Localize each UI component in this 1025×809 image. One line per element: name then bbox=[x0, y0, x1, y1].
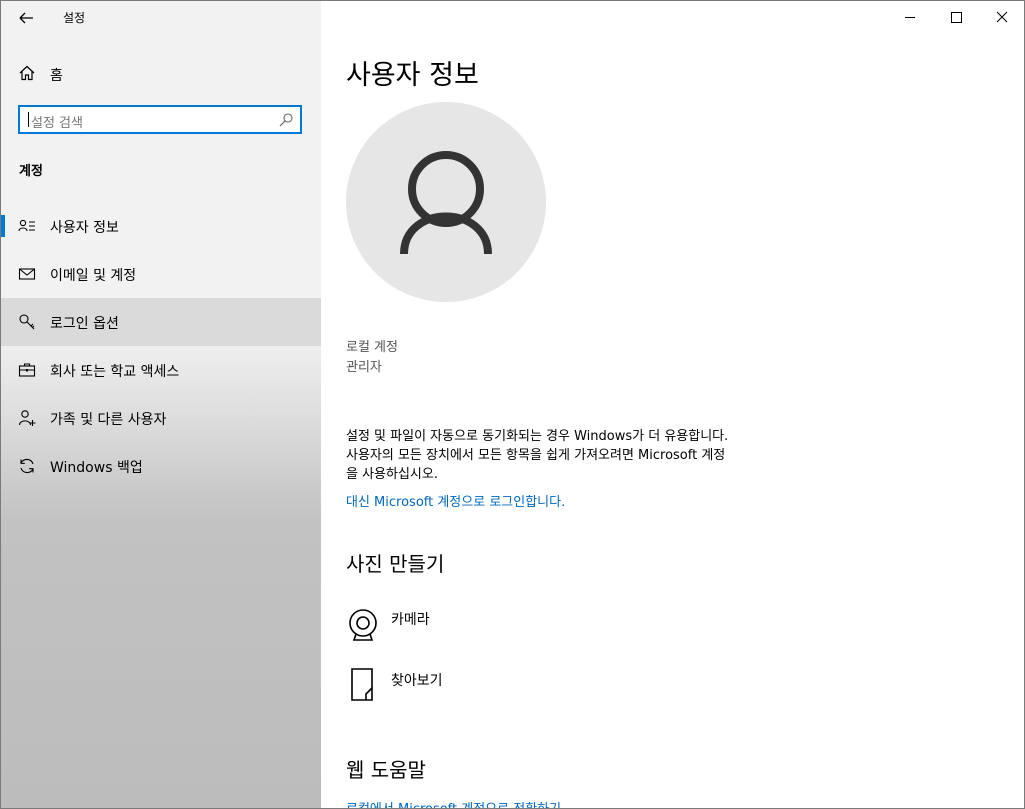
app-title: 설정 bbox=[63, 11, 86, 25]
photo-heading: 사진 만들기 bbox=[346, 552, 445, 576]
sidebar-item-label: 로그인 옵션 bbox=[50, 316, 119, 332]
sidebar-item-label: 이메일 및 계정 bbox=[50, 268, 137, 284]
search-icon[interactable] bbox=[278, 112, 294, 128]
key-icon bbox=[18, 313, 36, 331]
user-silhouette-icon bbox=[400, 151, 492, 255]
camera-label: 카메라 bbox=[391, 612, 430, 628]
home-label: 홈 bbox=[50, 68, 63, 84]
camera-icon bbox=[346, 605, 380, 641]
browse-file-icon bbox=[346, 666, 380, 702]
main-content: 사용자 정보 로컬 계정 관리자 설정 및 파일이 자동으로 동기화되는 경우 … bbox=[321, 1, 1024, 808]
sidebar-item-work-school[interactable]: 회사 또는 학교 액세스 bbox=[1, 346, 321, 394]
avatar bbox=[346, 102, 546, 302]
description-line: 을 사용하십시오. bbox=[346, 467, 438, 482]
help-link[interactable]: 로컬에서 Microsoft 계정으로 전환하기 bbox=[346, 798, 561, 808]
maximize-button[interactable] bbox=[933, 1, 979, 33]
page-title: 사용자 정보 bbox=[346, 60, 479, 91]
back-arrow-icon[interactable] bbox=[15, 7, 37, 29]
search-input[interactable]: 설정 검색 bbox=[18, 105, 302, 134]
sidebar-item-label: 사용자 정보 bbox=[50, 220, 119, 236]
minimize-button[interactable] bbox=[887, 1, 933, 33]
settings-window: 설정 홈 설정 검색 계정 사용자 정보 이메일 및 계정 로그인 옵션 회사 … bbox=[0, 0, 1025, 809]
home-nav-item[interactable]: 홈 bbox=[1, 58, 321, 92]
sidebar-item-label: 가족 및 다른 사용자 bbox=[50, 412, 167, 428]
browse-option[interactable]: 찾아보기 bbox=[346, 666, 646, 716]
add-user-icon bbox=[18, 409, 36, 427]
section-title: 계정 bbox=[19, 164, 43, 179]
sidebar-item-signin-options[interactable]: 로그인 옵션 bbox=[1, 298, 321, 346]
description-line: 설정 및 파일이 자동으로 동기화되는 경우 Windows가 더 유용합니다. bbox=[346, 429, 729, 444]
ms-signin-link[interactable]: 대신 Microsoft 계정으로 로그인합니다. bbox=[346, 491, 565, 510]
close-button[interactable] bbox=[979, 1, 1024, 33]
sidebar-item-family[interactable]: 가족 및 다른 사용자 bbox=[1, 394, 321, 442]
home-icon bbox=[18, 64, 36, 82]
camera-option[interactable]: 카메라 bbox=[346, 605, 646, 655]
text-caret bbox=[28, 112, 29, 127]
account-type: 로컬 계정 bbox=[346, 340, 398, 355]
briefcase-icon bbox=[18, 361, 36, 379]
sync-description: 설정 및 파일이 자동으로 동기화되는 경우 Windows가 더 유용합니다.… bbox=[346, 427, 806, 484]
help-heading: 웹 도움말 bbox=[346, 758, 426, 782]
account-role: 관리자 bbox=[346, 360, 382, 375]
title-bar: 설정 bbox=[1, 1, 321, 35]
mail-icon bbox=[18, 265, 36, 283]
sync-icon bbox=[18, 457, 36, 475]
description-line: 사용자의 모든 장치에서 모든 항목을 쉽게 가져오려면 Microsoft 계… bbox=[346, 448, 726, 463]
user-info-icon bbox=[18, 217, 36, 235]
sidebar-item-label: Windows 백업 bbox=[50, 460, 143, 476]
search-placeholder: 설정 검색 bbox=[31, 116, 83, 131]
sidebar-item-user-info[interactable]: 사용자 정보 bbox=[1, 202, 321, 250]
browse-label: 찾아보기 bbox=[391, 673, 443, 689]
sidebar-item-email[interactable]: 이메일 및 계정 bbox=[1, 250, 321, 298]
sidebar-item-label: 회사 또는 학교 액세스 bbox=[50, 364, 180, 380]
sidebar-item-backup[interactable]: Windows 백업 bbox=[1, 442, 321, 490]
sidebar: 설정 홈 설정 검색 계정 사용자 정보 이메일 및 계정 로그인 옵션 회사 … bbox=[1, 1, 321, 808]
